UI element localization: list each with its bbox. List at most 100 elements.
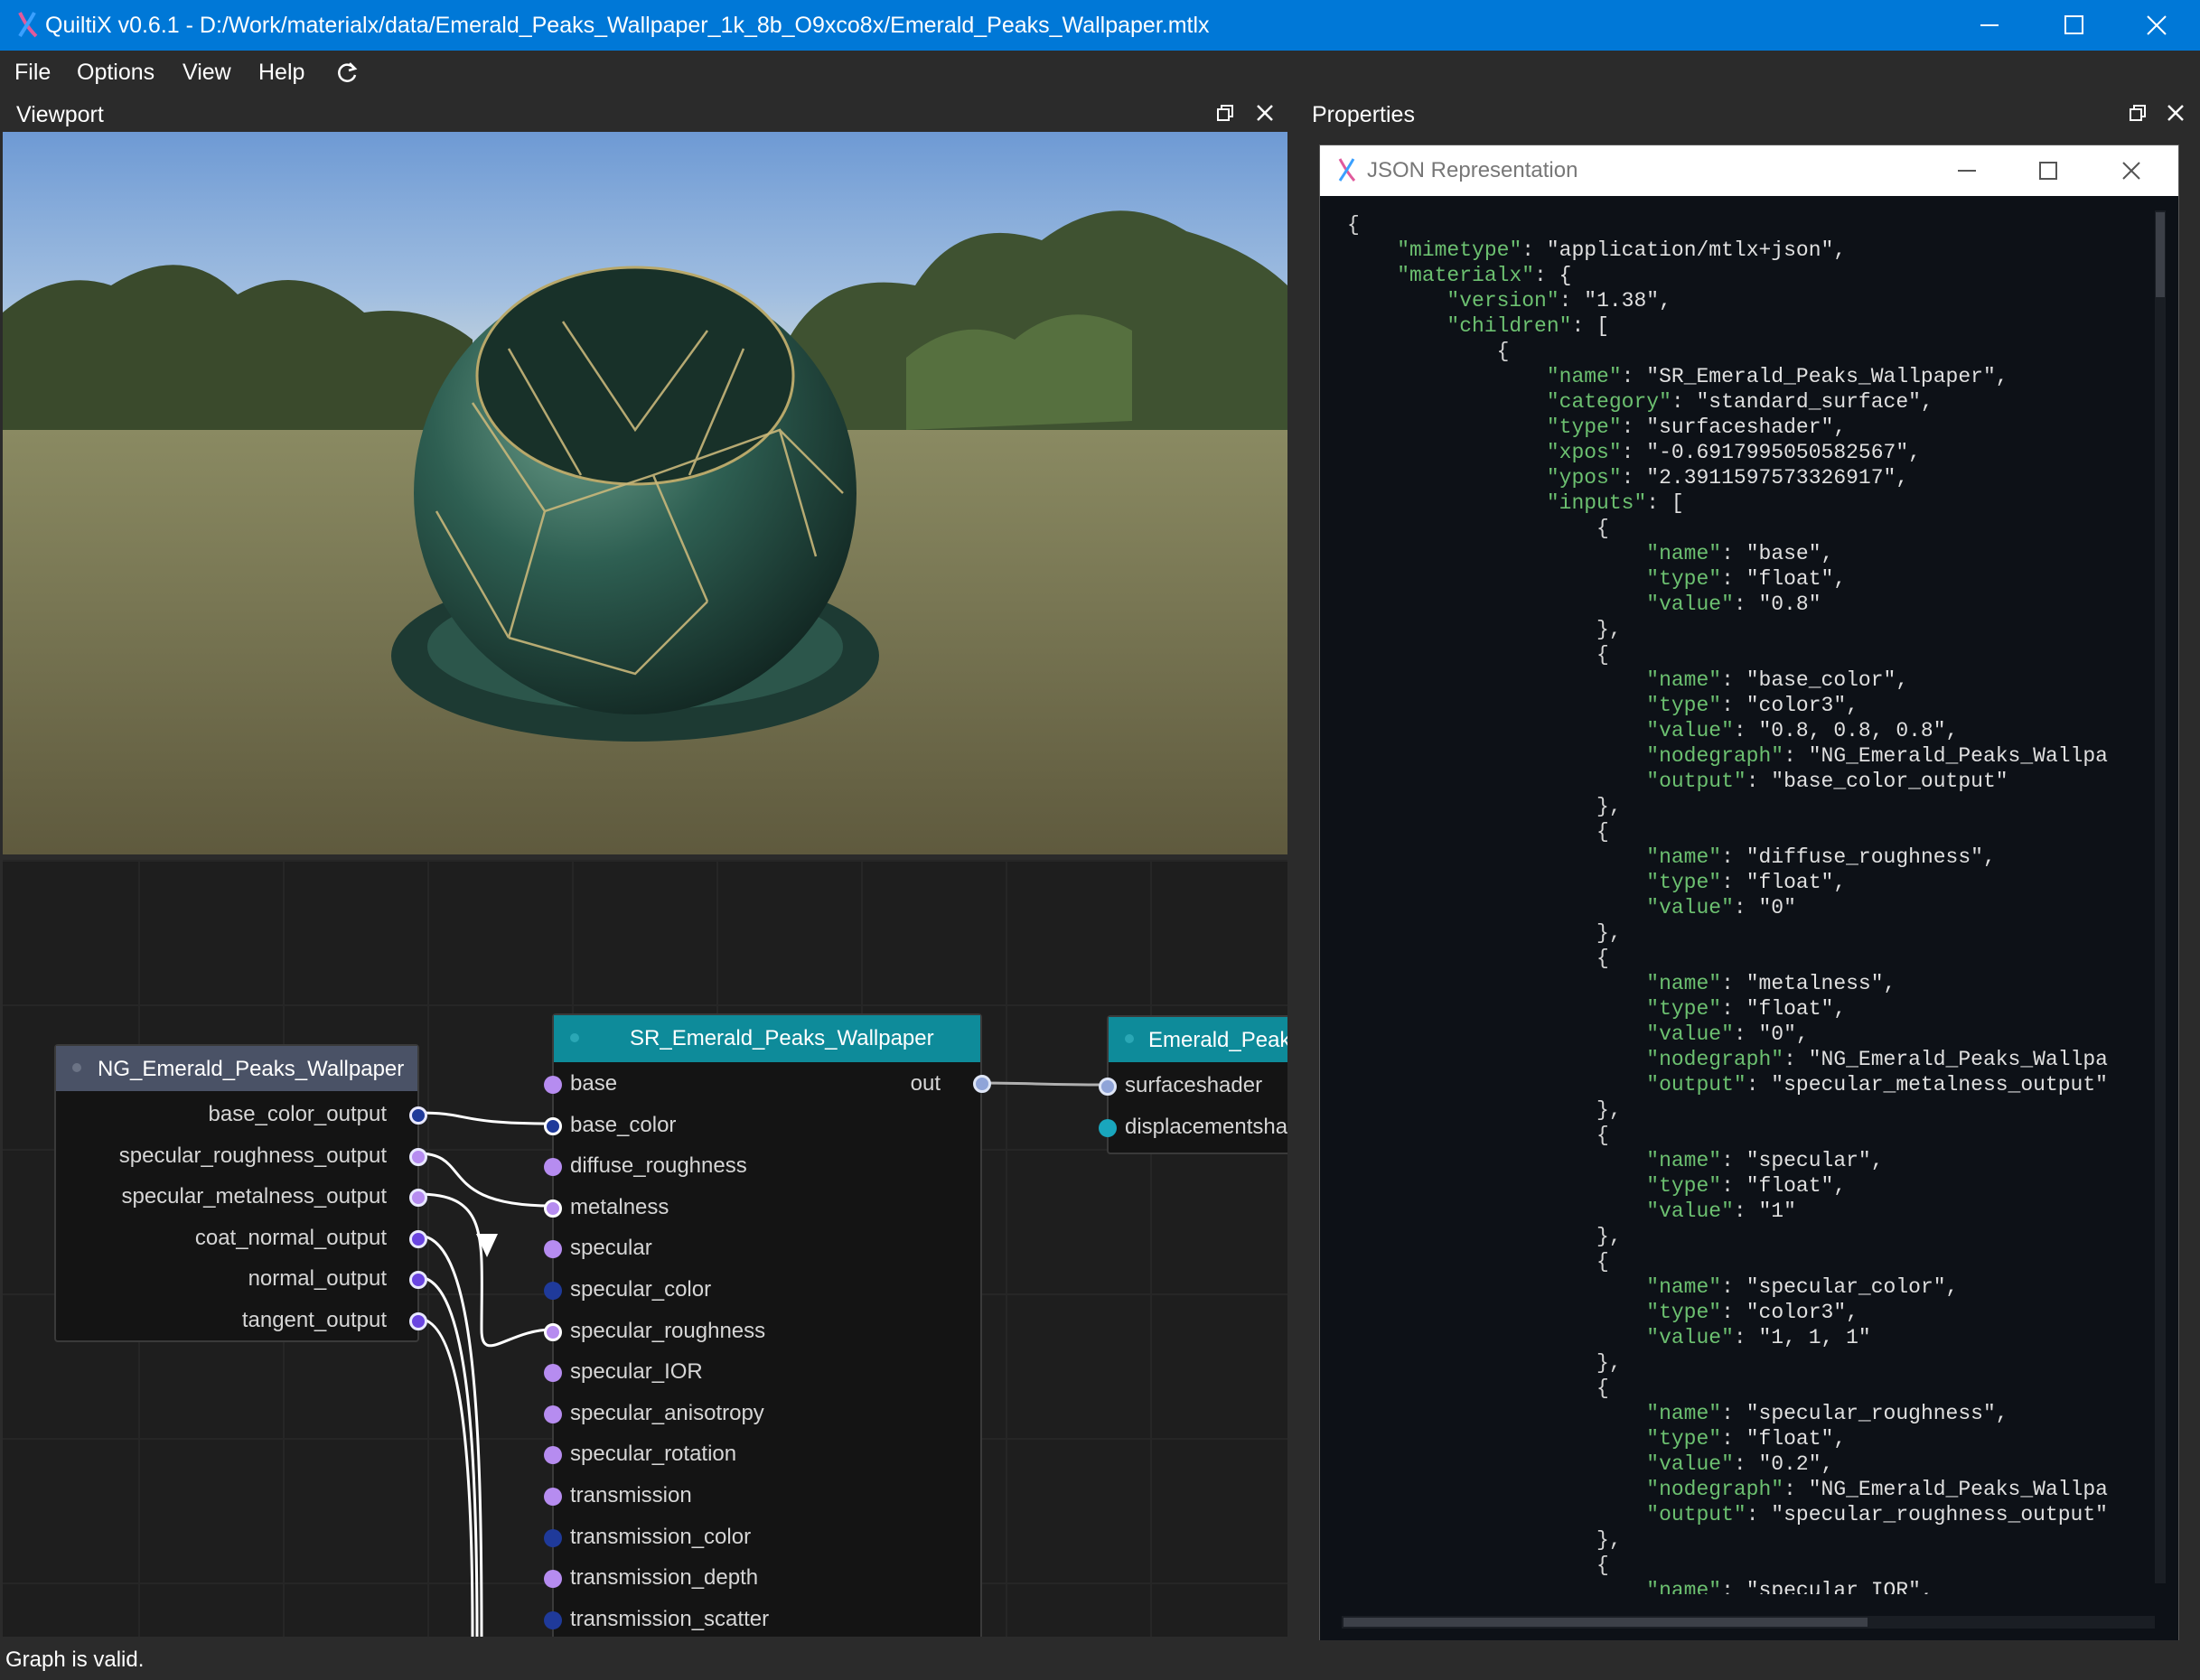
shader-input-label: transmission: [570, 1483, 692, 1507]
float-dock-icon[interactable]: [1214, 102, 1236, 124]
status-text: Graph is valid.: [5, 1647, 145, 1672]
json-key: "type": [1646, 1301, 1722, 1324]
shader-input-label: metalness: [570, 1194, 669, 1219]
json-value: "metalness",: [1733, 972, 1896, 995]
json-value: "0": [1746, 896, 1796, 919]
json-code-line: },: [1347, 1225, 1622, 1248]
json-code-line: "name": "base",: [1646, 542, 1834, 565]
json-value: "base_color_output": [1758, 770, 2008, 793]
shader-input-label: specular: [570, 1236, 652, 1261]
json-value: "base_color",: [1733, 668, 1909, 692]
menu-file[interactable]: File: [14, 60, 51, 86]
json-key: "type": [1646, 997, 1722, 1021]
minimize-icon[interactable]: [1956, 160, 1978, 182]
shader-input-port[interactable]: [544, 1240, 562, 1259]
json-code-line: "value": "1": [1646, 1199, 1796, 1223]
material-input-port[interactable]: [1099, 1078, 1117, 1096]
json-key: "value": [1646, 719, 1734, 742]
properties-title: Properties: [1312, 102, 1415, 127]
json-value: "0.2",: [1746, 1452, 1834, 1476]
horizontal-scrollbar[interactable]: [1342, 1616, 2155, 1629]
shader-input-port[interactable]: [544, 1610, 562, 1629]
shader-input-port[interactable]: [544, 1076, 562, 1094]
shader-input-port[interactable]: [544, 1322, 562, 1341]
nodegraph-output-port[interactable]: [409, 1229, 427, 1248]
shader-input-port[interactable]: [544, 1405, 562, 1423]
nodegraph-output-label: specular_metalness_output: [121, 1184, 387, 1209]
shader-input-port[interactable]: [544, 1199, 562, 1218]
shader-input-port[interactable]: [544, 1116, 562, 1135]
window-title: QuiltiX v0.6.1 - D:/Work/materialx/data/…: [45, 13, 1210, 38]
json-code-line: "value": "0": [1646, 896, 1796, 919]
close-button[interactable]: [2115, 0, 2200, 51]
vertical-scrollbar-thumb[interactable]: [2156, 212, 2165, 297]
json-code-line: "name": "base_color",: [1646, 668, 1909, 692]
shader-input-port[interactable]: [544, 1158, 562, 1177]
json-key: "nodegraph": [1646, 1478, 1784, 1501]
float-dock-icon[interactable]: [2127, 102, 2149, 124]
json-code-line: "type": "float",: [1646, 1174, 1847, 1198]
shader-input-port[interactable]: [544, 1446, 562, 1465]
shader-input-port[interactable]: [544, 1488, 562, 1506]
json-code-line: {: [1347, 340, 1510, 363]
json-key: "value": [1646, 896, 1734, 919]
json-key: "children": [1446, 314, 1572, 338]
shader-input-port[interactable]: [544, 1570, 562, 1589]
material-node-header[interactable]: Emerald_Peaks_: [1109, 1017, 1287, 1062]
material-input-label: displacementshac: [1125, 1114, 1287, 1139]
quiltix-logo-icon: [18, 12, 38, 38]
maximize-icon: [2064, 15, 2083, 34]
shader-node-header[interactable]: SR_Emerald_Peaks_Wallpaper: [554, 1015, 980, 1062]
json-value: "color3",: [1733, 694, 1858, 717]
shader-input-label: specular_anisotropy: [570, 1400, 764, 1425]
nodegraph-output-label: base_color_output: [208, 1102, 387, 1126]
vertical-scrollbar[interactable]: [2155, 210, 2166, 1583]
shader-input-port[interactable]: [544, 1528, 562, 1547]
json-key: "type": [1546, 415, 1622, 439]
shader-input-port[interactable]: [544, 1364, 562, 1383]
json-code-line: "type": "color3",: [1646, 694, 1858, 717]
json-key: "nodegraph": [1646, 1048, 1784, 1071]
maximize-button[interactable]: [2033, 0, 2118, 51]
shader-node[interactable]: SR_Emerald_Peaks_Wallpaper out base base_…: [544, 1013, 991, 1637]
close-dock-icon[interactable]: [1254, 102, 1276, 124]
json-key: "ypos": [1546, 466, 1622, 490]
json-code-line: "type": "float",: [1646, 1427, 1847, 1451]
node-graph-canvas[interactable]: NG_Emerald_Peaks_Wallpaper base_color_ou…: [3, 860, 1287, 1637]
json-code-line: {: [1347, 517, 1609, 540]
json-key: "type": [1646, 1427, 1722, 1451]
shader-output-port[interactable]: [973, 1075, 991, 1093]
maximize-icon[interactable]: [2037, 160, 2059, 182]
shader-input-port[interactable]: [544, 1282, 562, 1300]
minimize-button[interactable]: [1948, 0, 2033, 51]
json-key: "inputs": [1546, 491, 1647, 515]
nodegraph-node-header[interactable]: NG_Emerald_Peaks_Wallpaper: [56, 1046, 417, 1091]
menu-options[interactable]: Options: [77, 60, 154, 86]
json-value: "specular_roughness",: [1733, 1402, 2008, 1425]
json-value: {: [1546, 264, 1572, 287]
shader-input-label: base: [570, 1071, 618, 1096]
close-icon[interactable]: [2120, 160, 2142, 182]
nodegraph-output-port[interactable]: [409, 1312, 427, 1330]
json-key: "name": [1646, 668, 1722, 692]
shader-input-label: diffuse_roughness: [570, 1153, 747, 1179]
material-input-port[interactable]: [1099, 1118, 1117, 1137]
horizontal-scrollbar-thumb[interactable]: [1343, 1618, 1868, 1627]
json-code-line: },: [1347, 618, 1622, 641]
close-dock-icon[interactable]: [2165, 102, 2186, 124]
json-code-line: "value": "1, 1, 1": [1646, 1326, 1871, 1349]
json-code-line: "ypos": "2.3911597573326917",: [1546, 466, 1909, 490]
menu-view[interactable]: View: [183, 60, 231, 86]
json-window-title: JSON Representation: [1367, 158, 1578, 182]
json-code-line: "value": "0.2",: [1646, 1452, 1834, 1476]
nodegraph-output-port[interactable]: [409, 1106, 427, 1125]
json-code-line: {: [1347, 947, 1609, 970]
viewport-render[interactable]: [3, 132, 1287, 854]
json-code-view[interactable]: { "mimetype": "application/mtlx+json", "…: [1347, 212, 2142, 1594]
nodegraph-node[interactable]: NG_Emerald_Peaks_Wallpaper base_color_ou…: [54, 1044, 427, 1342]
menu-help[interactable]: Help: [258, 60, 304, 86]
refresh-icon[interactable]: [334, 60, 360, 85]
nodegraph-output-port[interactable]: [409, 1147, 427, 1166]
connection-base-color: [417, 1111, 553, 1125]
material-node[interactable]: Emerald_Peaks_ surfaceshader displacement…: [1099, 1015, 1287, 1154]
